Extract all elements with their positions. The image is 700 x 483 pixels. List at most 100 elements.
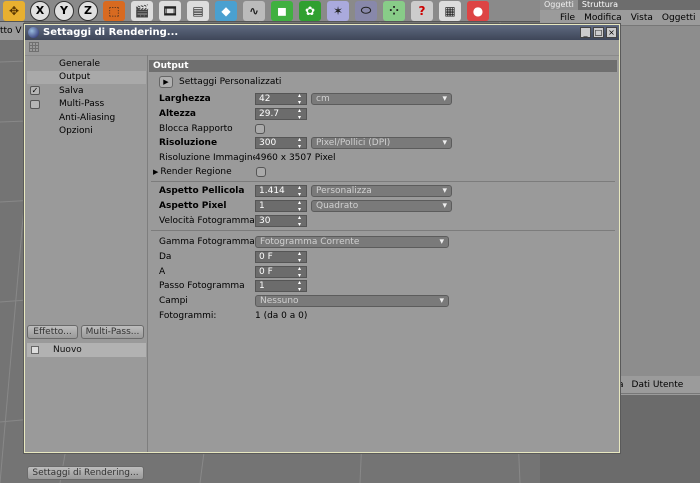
aspetto-pellicola-row: Aspetto Pellicola 1.414 Personalizza [159,184,452,198]
velocita-label: Velocità Fotogramma [159,215,255,226]
coordinate-icon[interactable]: ⬚ [103,0,125,21]
a-input[interactable]: 0 F [255,265,307,279]
preset-row: ▶ Settaggi Personalizzati [159,75,281,88]
globe-icon[interactable]: ● [467,0,489,21]
effects-buttons: Effetto... Multi-Pass... [27,325,144,339]
menu-oggetti[interactable]: Oggetti [662,13,696,23]
nav-item-anti-aliasing[interactable]: Anti-Aliasing [27,111,146,125]
list-item[interactable]: Nuovo [27,343,146,357]
passo-input[interactable]: 1 [255,279,307,293]
aspetto-pixel-row: Aspetto Pixel 1 Quadrato [159,199,452,213]
campi-dropdown[interactable]: Nessuno [255,294,449,307]
expand-arrow-icon[interactable]: ▶ [153,168,158,176]
gamma-dropdown[interactable]: Fotogramma Corrente [255,235,449,248]
aspetto-pellicola-dropdown[interactable]: Personalizza [311,184,452,197]
minimize-icon[interactable]: _ [580,27,591,38]
nav-item-label: Output [59,72,91,83]
render-regione-checkbox[interactable] [256,166,267,177]
tab-oggetti[interactable]: Oggetti [540,0,578,10]
multipass-button[interactable]: Multi-Pass... [81,325,144,339]
nurbs-icon[interactable]: ◼ [271,0,293,21]
tab-struttura[interactable]: Struttura [578,0,622,10]
unit-dropdown[interactable]: cm [311,92,452,105]
preset-arrow-icon[interactable]: ▶ [159,75,173,88]
render-regione-row: ▶ Render Regione [153,165,267,178]
effetto-button[interactable]: Effetto... [27,325,78,339]
nav-item-label: Generale [59,58,101,69]
objects-panel-tabs: Oggetti Struttura [540,0,700,10]
risoluzione-immagine-label: Risoluzione Immagine: [159,152,255,163]
scene-icon[interactable]: ⬭ [355,0,377,21]
aspetto-pixel-input[interactable]: 1 [255,199,307,213]
da-label: Da [159,251,172,262]
settings-nav: Generale Output ✓ Salva Multi-Pass Anti-A… [27,57,146,295]
render-settings-dialog: Settaggi di Rendering... _ □ × Generale … [24,24,620,480]
menu-modifica[interactable]: Modifica [584,13,622,23]
altezza-input[interactable]: 29.7 [255,107,307,121]
risoluzione-input[interactable]: 300 [255,136,307,150]
help-icon[interactable]: ? [411,0,433,21]
move-icon[interactable]: ✥ [3,0,25,21]
blocca-label: Blocca Rapporto [159,123,233,134]
render-view-icon[interactable]: 🎞 [159,0,181,21]
dpi-dropdown[interactable]: Pixel/Pollici (DPI) [311,136,452,149]
blocca-checkbox[interactable] [255,123,265,134]
tab-dati-utente[interactable]: Dati Utente [632,380,684,390]
render-settings-icon[interactable]: ▤ [187,0,209,21]
render-settings-button[interactable]: Settaggi di Rendering... [27,466,144,480]
passo-row: Passo Fotogramma 1 [159,279,307,293]
multipass-checkbox[interactable] [30,99,40,109]
dialog-title: Settaggi di Rendering... [43,27,179,38]
a-row: A 0 F [159,265,307,279]
da-input[interactable]: 0 F [255,250,307,264]
dialog-grip[interactable] [25,42,619,56]
blocca-row: Blocca Rapporto [159,122,265,135]
salva-checkbox[interactable]: ✓ [30,86,40,96]
campi-label: Campi [159,295,188,306]
fotogrammi-label: Fotogrammi: [159,310,217,321]
nav-item-salva[interactable]: ✓ Salva [27,84,146,98]
left-edge-menu: tto V [0,22,24,40]
nav-item-label: Multi-Pass [59,99,105,110]
section-title: Output [149,60,617,72]
maximize-icon[interactable]: □ [593,27,604,38]
nav-item-opzioni[interactable]: Opzioni [27,125,146,139]
x-axis-icon[interactable]: X [30,0,50,21]
close-icon[interactable]: × [606,27,617,38]
divider [151,181,615,182]
nav-item-output[interactable]: Output [27,70,146,84]
velocita-row: Velocità Fotogramma 30 [159,214,307,228]
passo-label: Passo Fotogramma [159,280,245,291]
render-regione-label: Render Regione [160,166,232,177]
z-axis-icon[interactable]: Z [78,0,98,21]
menu-file[interactable]: File [560,13,575,23]
cube-icon[interactable]: ◆ [215,0,237,21]
larghezza-input[interactable]: 42 [255,92,307,106]
light-icon[interactable]: ⁘ [383,0,405,21]
nav-item-generale[interactable]: Generale [27,57,146,71]
altezza-label: Altezza [159,108,197,119]
aspetto-pixel-dropdown[interactable]: Quadrato [311,199,452,212]
app-logo-icon [28,27,39,38]
settings-sidebar: Generale Output ✓ Salva Multi-Pass Anti-A… [25,55,148,480]
aspetto-pellicola-input[interactable]: 1.414 [255,184,307,198]
da-row: Da 0 F [159,250,307,264]
velocita-input[interactable]: 30 [255,214,307,228]
spline-icon[interactable]: ∿ [243,0,265,21]
clapper-icon[interactable]: 🎬 [131,0,153,21]
modeling-icon[interactable]: ✿ [299,0,321,21]
fotogrammi-value: 1 (da 0 a 0) [255,310,308,321]
y-axis-icon[interactable]: Y [54,0,74,21]
attributes-tabs: a Dati Utente [618,376,700,394]
larghezza-row: Larghezza 42 cm [159,92,452,106]
menu-vista[interactable]: Vista [631,13,653,23]
dialog-titlebar[interactable]: Settaggi di Rendering... _ □ × [25,25,619,40]
fotogrammi-row: Fotogrammi: 1 (da 0 a 0) [159,309,307,322]
deformer-icon[interactable]: ✶ [327,0,349,21]
risoluzione-row: Risoluzione 300 Pixel/Pollici (DPI) [159,136,452,150]
a-label: A [159,266,166,277]
larghezza-label: Larghezza [159,93,211,104]
nav-item-multipass[interactable]: Multi-Pass [27,98,146,112]
calendar-icon[interactable]: ▦ [439,0,461,21]
list-item-label: Nuovo [53,345,82,355]
